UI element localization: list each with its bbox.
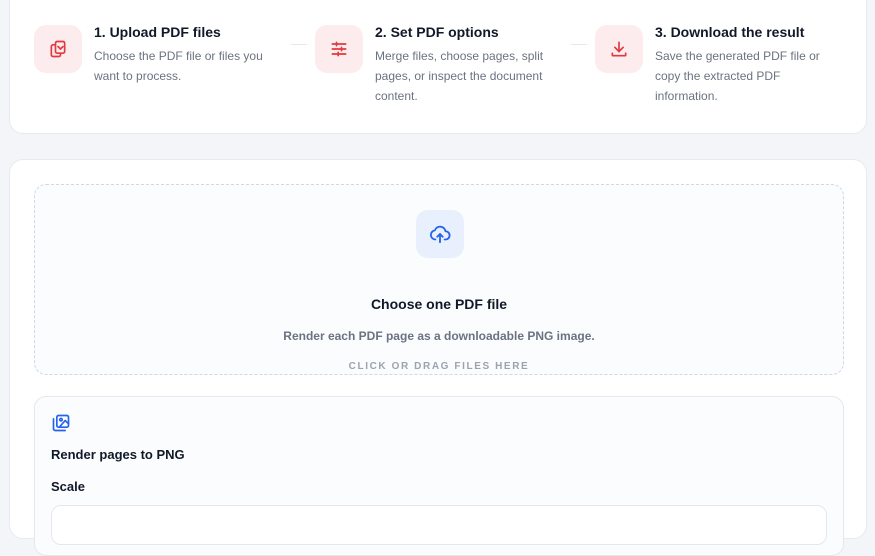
step-title: 3. Download the result xyxy=(655,24,805,40)
step-download: 3. Download the result Save the generate… xyxy=(595,24,820,106)
step-title: 1. Upload PDF files xyxy=(94,24,221,40)
dropzone-cta: CLICK OR DRAG FILES HERE xyxy=(348,361,530,372)
step-options: 2. Set PDF options Merge files, choose p… xyxy=(315,24,544,106)
render-options-panel: Render pages to PNG Scale xyxy=(34,396,844,556)
step-description: Save the generated PDF file or copy the … xyxy=(655,49,820,103)
scale-label: Scale xyxy=(51,479,85,494)
images-icon xyxy=(51,413,71,433)
step-title: 2. Set PDF options xyxy=(375,24,499,40)
file-dropzone[interactable]: Choose one PDF file Render each PDF page… xyxy=(34,184,844,375)
step-separator xyxy=(571,44,587,45)
dropzone-title: Choose one PDF file xyxy=(370,296,508,312)
step-description: Merge files, choose pages, split pages, … xyxy=(375,49,544,103)
dropzone-subtitle: Render each PDF page as a downloadable P… xyxy=(283,329,595,343)
steps-card: 1. Upload PDF files Choose the PDF file … xyxy=(9,0,867,134)
scale-input[interactable] xyxy=(51,505,827,545)
cloud-upload-icon xyxy=(416,210,464,258)
options-title: Render pages to PNG xyxy=(51,447,185,462)
download-icon xyxy=(595,25,643,73)
step-upload: 1. Upload PDF files Choose the PDF file … xyxy=(34,24,263,86)
step-separator xyxy=(291,44,307,45)
sliders-icon xyxy=(315,25,363,73)
copy-icon xyxy=(34,25,82,73)
step-description: Choose the PDF file or files you want to… xyxy=(94,49,263,83)
main-card: Choose one PDF file Render each PDF page… xyxy=(9,159,867,556)
